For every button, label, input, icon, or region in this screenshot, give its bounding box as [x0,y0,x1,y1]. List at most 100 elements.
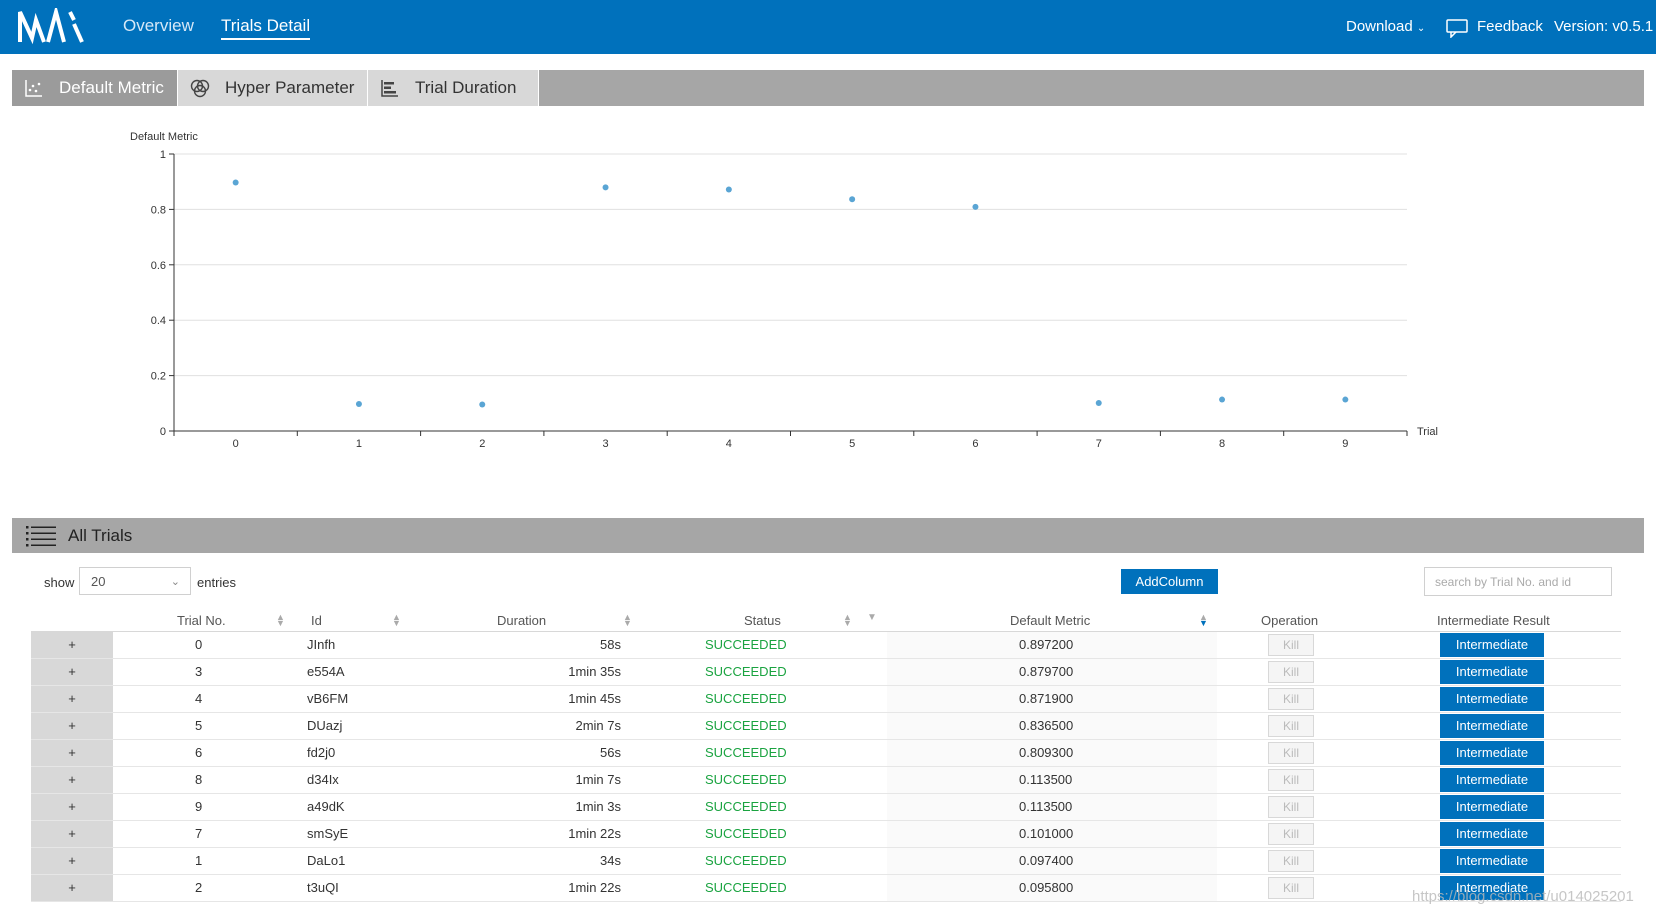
duration-cell: 1min 22s [568,826,621,841]
sort-icon[interactable]: ▲ ▼ [392,613,401,628]
default-metric-chart: 0 0.2 0.4 0.6 0.8 1 0 1 2 3 4 5 6 7 8 9 Default Metric Tr… [12,106,1644,518]
expand-button[interactable]: + [31,740,113,766]
y-tick-label: 0 [160,426,166,438]
expand-button[interactable]: + [31,686,113,712]
y-tick-label: 1 [160,149,166,161]
tab-label: Hyper Parameter [225,78,355,97]
col-trial-no[interactable]: Trial No. [177,613,226,628]
expand-button[interactable]: + [31,659,113,685]
tab-hyper-parameter[interactable]: Hyper Parameter [178,70,368,106]
expand-button[interactable]: + [31,848,113,874]
scatter-plot: 0 0.2 0.4 0.6 0.8 1 0 1 2 3 4 5 6 7 8 9 Default Metric Tr… [130,131,1438,450]
col-duration[interactable]: Duration [497,613,546,628]
intermediate-button[interactable]: Intermediate [1440,633,1544,657]
x-tick-label: 4 [726,438,732,450]
data-point [1219,396,1226,403]
tab-default-metric[interactable]: Default Metric [12,70,178,106]
x-tick-label: 2 [479,438,485,450]
tab-trial-duration[interactable]: Trial Duration [368,70,539,106]
status-cell: SUCCEEDED [705,826,787,841]
expand-button[interactable]: + [31,821,113,847]
feedback-icon[interactable] [1446,18,1468,38]
expand-button[interactable]: + [31,875,113,901]
id-cell: JInfh [307,637,336,652]
x-tick-label: 7 [1096,438,1102,450]
col-intermediate-result: Intermediate Result [1437,613,1550,628]
expand-button[interactable]: + [31,794,113,820]
list-icon [26,526,56,547]
intermediate-button[interactable]: Intermediate [1440,822,1544,846]
kill-button[interactable]: Kill [1268,796,1314,818]
table-row[interactable]: +2 t3uQI 1min 22s SUCCEEDED 0.095800 Kill Inte… [31,875,1621,902]
bar-chart-icon [381,80,398,97]
sort-icon[interactable]: ▲ ▼ [623,613,632,628]
table-row[interactable]: +1 DaLo1 34s SUCCEEDED 0.097400 Kill Intermedi… [31,848,1621,875]
col-status[interactable]: Status [744,613,781,628]
nav-overview[interactable]: Overview [123,16,194,36]
trial-no-cell: 4 [195,691,203,706]
col-default-metric[interactable]: Default Metric [1010,613,1090,628]
col-id[interactable]: Id [311,613,322,628]
expand-button[interactable]: + [31,767,113,793]
col-operation: Operation [1261,613,1319,628]
status-cell: SUCCEEDED [705,772,787,787]
metric-cell: 0.113500 [1019,772,1073,787]
table-row[interactable]: +4 vB6FM 1min 45s SUCCEEDED 0.871900 Kill Inte… [31,686,1621,713]
table-row[interactable]: +5 DUazj 2min 7s SUCCEEDED 0.836500 Kill Inter… [31,713,1621,740]
kill-button[interactable]: Kill [1268,769,1314,791]
table-row[interactable]: +8 d34Ix 1min 7s SUCCEEDED 0.113500 Kill Inter… [31,767,1621,794]
kill-button[interactable]: Kill [1268,850,1314,872]
status-cell: SUCCEEDED [705,691,787,706]
duration-cell: 1min 45s [568,691,621,706]
table-row[interactable]: +6 fd2j0 56s SUCCEEDED 0.809300 Kill Intermedi… [31,740,1621,767]
nav-trials-detail[interactable]: Trials Detail [221,16,311,40]
table-row[interactable]: +0 JInfh 58s SUCCEEDED 0.897200 Kill Intermedi… [31,632,1621,659]
x-tick-label: 6 [972,438,978,450]
kill-button[interactable]: Kill [1268,742,1314,764]
download-menu[interactable]: Download ⌄ [1346,18,1425,35]
intermediate-button[interactable]: Intermediate [1440,714,1544,738]
search-input[interactable] [1424,567,1612,596]
intermediate-button[interactable]: Intermediate [1440,768,1544,792]
intermediate-button[interactable]: Intermediate [1440,687,1544,711]
data-point [602,184,609,191]
kill-button[interactable]: Kill [1268,661,1314,683]
metric-cell: 0.871900 [1019,691,1074,706]
table-row[interactable]: +3 e554A 1min 35s SUCCEEDED 0.879700 Kill Inte… [31,659,1621,686]
intermediate-button[interactable]: Intermediate [1440,741,1544,765]
kill-button[interactable]: Kill [1268,877,1314,899]
data-point [479,401,486,408]
metric-cell: 0.095800 [1019,880,1074,895]
intermediate-button[interactable]: Intermediate [1440,660,1544,684]
entries-select[interactable]: 20 ⌄ [79,567,191,595]
feedback-link[interactable]: Feedback [1477,18,1543,35]
table-row[interactable]: +9 a49dK 1min 3s SUCCEEDED 0.113500 Kill Inter… [31,794,1621,821]
add-column-button[interactable]: AddColumn [1121,569,1218,594]
top-navbar: Overview Trials Detail Download ⌄ Feedba… [0,0,1656,54]
sort-icon[interactable]: ▲ ▼ [276,613,285,628]
expand-button[interactable]: + [31,713,113,739]
metric-cell: 0.097400 [1019,853,1074,868]
kill-button[interactable]: Kill [1268,823,1314,845]
id-cell: DaLo1 [307,853,346,868]
duration-cell: 1min 35s [568,664,621,679]
kill-button[interactable]: Kill [1268,715,1314,737]
trial-no-cell: 6 [195,745,203,760]
chevron-down-icon: ⌄ [1416,23,1426,34]
table-row[interactable]: +7 smSyE 1min 22s SUCCEEDED 0.101000 Kill Inte… [31,821,1621,848]
kill-button[interactable]: Kill [1268,634,1314,656]
id-cell: DUazj [307,718,343,733]
sort-icon[interactable]: ▲ ▼ [843,613,852,628]
filter-icon[interactable]: ▼ [867,613,877,623]
intermediate-button[interactable]: Intermediate [1440,849,1544,873]
entries-value: 20 [91,574,106,589]
sort-icon[interactable]: ▲ ▼ [1199,613,1208,628]
intermediate-button[interactable]: Intermediate [1440,795,1544,819]
status-cell: SUCCEEDED [705,718,787,733]
duration-cell: 56s [600,745,621,760]
x-tick-label: 9 [1342,438,1348,450]
nni-logo[interactable] [16,8,86,46]
kill-button[interactable]: Kill [1268,688,1314,710]
x-tick-label: 3 [602,438,608,450]
expand-button[interactable]: + [31,632,113,658]
